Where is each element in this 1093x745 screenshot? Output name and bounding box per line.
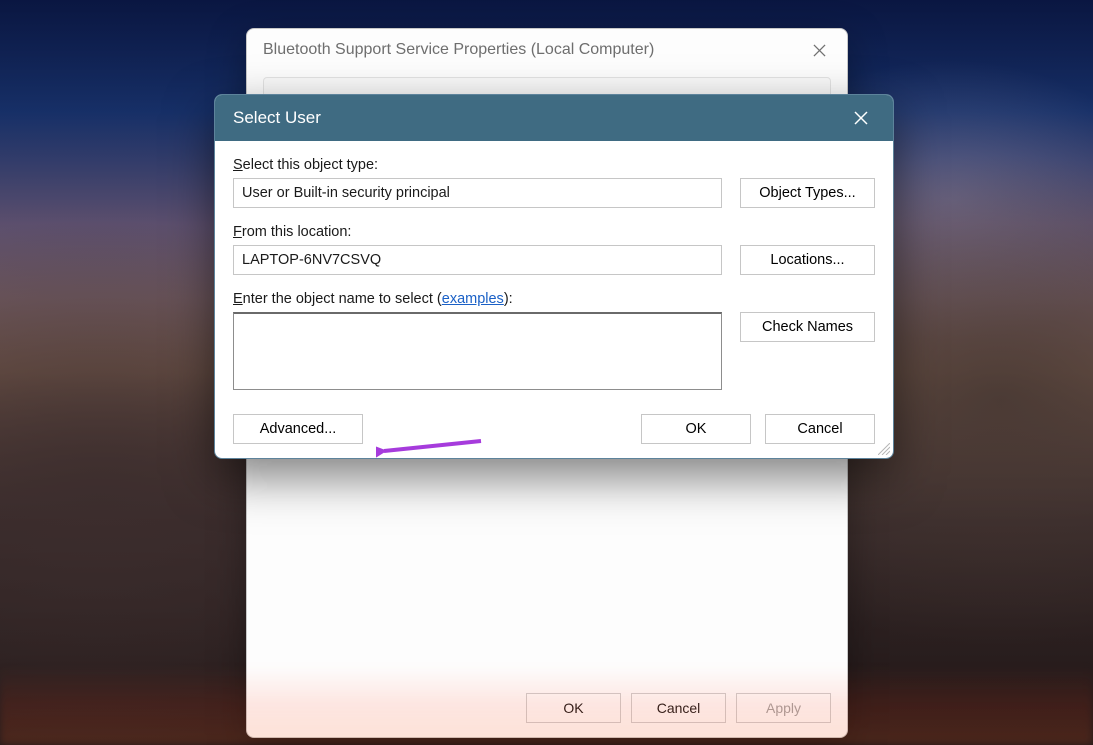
locations-button[interactable]: Locations... <box>740 245 875 275</box>
close-icon-glyph <box>813 44 826 57</box>
object-types-button[interactable]: Object Types... <box>740 178 875 208</box>
advanced-button[interactable]: Advanced... <box>233 414 363 444</box>
close-icon[interactable] <box>801 35 837 65</box>
close-button[interactable] <box>839 101 883 135</box>
select-user-title: Select User <box>233 108 321 128</box>
resize-grip-icon[interactable] <box>878 443 890 455</box>
location-label: From this location: <box>233 224 875 240</box>
object-name-input[interactable] <box>233 312 722 390</box>
select-user-titlebar: Select User <box>215 95 893 141</box>
check-names-button[interactable]: Check Names <box>740 312 875 342</box>
object-type-label: Select this object type: <box>233 157 875 173</box>
ok-button[interactable]: OK <box>641 414 751 444</box>
select-user-dialog: Select User Select this object type: Obj… <box>214 94 894 459</box>
close-icon <box>854 111 868 125</box>
apply-button[interactable]: Apply <box>736 693 831 723</box>
object-name-label: Enter the object name to select (example… <box>233 291 875 307</box>
properties-titlebar: Bluetooth Support Service Properties (Lo… <box>247 29 847 71</box>
examples-link[interactable]: examples <box>442 291 504 307</box>
ok-button[interactable]: OK <box>526 693 621 723</box>
cancel-button[interactable]: Cancel <box>631 693 726 723</box>
properties-title: Bluetooth Support Service Properties (Lo… <box>263 41 654 59</box>
location-field <box>233 245 722 275</box>
object-type-field <box>233 178 722 208</box>
cancel-button[interactable]: Cancel <box>765 414 875 444</box>
